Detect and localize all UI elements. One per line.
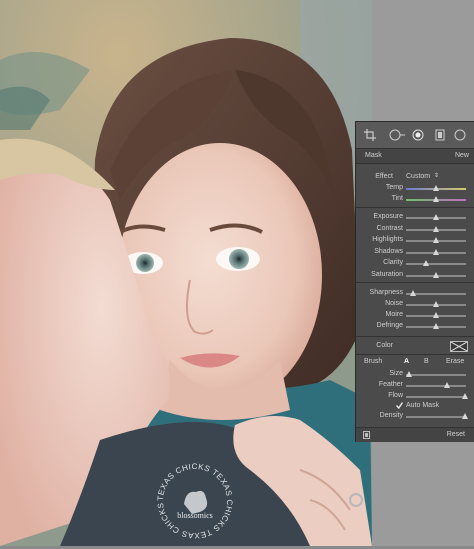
toggle-switch-icon[interactable] [363,431,370,439]
tool-strip [356,122,474,149]
auto-mask-checkbox[interactable] [396,402,403,409]
slider-track[interactable] [406,323,466,329]
slider-track[interactable] [406,371,466,377]
slider-thumb[interactable] [433,271,439,278]
effect-preset-select[interactable]: Custom [406,173,430,180]
red-eye-icon[interactable] [412,129,424,141]
slider-thumb[interactable] [433,237,439,243]
slider-thumb[interactable] [461,413,468,419]
slider-row-contrast: Contrast [356,224,474,235]
slider-label: Temp [385,184,403,191]
slider-track[interactable] [406,237,466,243]
slider-thumb[interactable] [433,185,439,191]
auto-mask-label: Auto Mask [406,402,440,409]
slider-track[interactable] [406,214,466,220]
slider-track[interactable] [406,196,466,202]
graduated-filter-icon[interactable] [434,129,446,141]
slider-thumb[interactable] [433,196,439,202]
brush-a-button[interactable]: A [404,358,409,365]
slider-label: Shadows [374,247,403,255]
slider-thumb[interactable] [433,248,439,255]
adjustment-brush-icon[interactable] [454,129,466,141]
slider-thumb[interactable] [433,225,439,232]
slider-track[interactable] [406,312,466,318]
slider-label: Sharpness [369,289,403,296]
slider-track[interactable] [406,301,466,307]
slider-track[interactable] [406,185,466,191]
slider-thumb[interactable] [433,312,439,318]
slider-label: Density [379,412,403,419]
slider-track[interactable] [406,413,468,419]
slider-label: Saturation [371,270,403,278]
slider-row-moire: Moire [356,310,474,321]
slider-thumb[interactable] [443,382,450,388]
slider-track[interactable] [406,260,466,266]
slider-row-sharpness: Sharpness [356,288,474,299]
mask-header: Mask New [356,149,474,164]
slider-label: Tint [391,195,403,202]
slider-thumb[interactable] [410,290,417,296]
slider-thumb[interactable] [433,214,439,220]
erase-button[interactable]: Erase [446,358,464,365]
slider-label: Defringe [376,322,403,329]
panel-footer: Reset [356,427,474,442]
slider-thumb[interactable] [406,371,412,377]
slider-row-saturation: Saturation [356,270,474,281]
slider-track[interactable] [406,248,466,255]
brush-row: Brush A B Erase [356,357,474,369]
slider-label: Clarity [383,259,403,266]
slider-label: Exposure [373,213,403,220]
effect-row: Effect Custom ⇕ [356,172,474,183]
slider-row-tint: Tint [356,194,474,205]
slider-row-density: Density [356,411,474,422]
watermark-center-text: blossomics [177,511,213,520]
effect-label: Effect [375,173,393,180]
slider-track[interactable] [406,271,466,278]
reset-button[interactable]: Reset [447,431,465,438]
slider-row-exposure: Exposure [356,212,474,223]
color-swatch[interactable] [450,341,468,352]
crop-overlay-icon[interactable] [364,129,376,141]
slider-label: Flow [388,392,403,399]
brush-b-button[interactable]: B [424,358,429,365]
slider-label: Moire [385,311,403,318]
slider-thumb[interactable] [422,260,429,266]
color-row: Color [356,341,474,352]
slider-track[interactable] [406,290,466,296]
slider-row-noise: Noise [356,299,474,310]
slider-track[interactable] [406,393,468,399]
slider-row-defringe: Defringe [356,321,474,332]
slider-track[interactable] [406,382,466,388]
slider-thumb[interactable] [433,301,439,307]
chevron-down-icon[interactable]: ⇕ [434,172,439,179]
slider-label: Feather [378,381,403,388]
mask-label: Mask [365,152,382,159]
new-mask-button[interactable]: New [455,152,469,159]
slider-row-feather: Feather [356,380,474,391]
slider-row-highlights: Highlights [356,235,474,246]
slider-row-clarity: Clarity [356,258,474,269]
slider-label: Noise [385,300,403,307]
color-label: Color [376,342,393,349]
slider-label: Contrast [376,224,403,232]
slider-track[interactable] [406,225,466,232]
slider-thumb[interactable] [461,393,468,399]
brush-label: Brush [364,358,383,365]
slider-row-temp: Temp [356,183,474,194]
adjustment-brush-panel: Mask New Effect Custom ⇕ Temp Tint Exposu… [355,121,474,442]
slider-row-size: Size [356,369,474,380]
slider-label: Highlights [372,236,403,243]
spot-removal-icon[interactable] [389,129,405,141]
slider-row-shadows: Shadows [356,247,474,258]
slider-thumb[interactable] [433,323,439,329]
watermark: TEXAS CHICKS TEXAS CHICKS TEXAS CHICKS b… [152,458,238,544]
slider-label: Size [389,370,403,377]
